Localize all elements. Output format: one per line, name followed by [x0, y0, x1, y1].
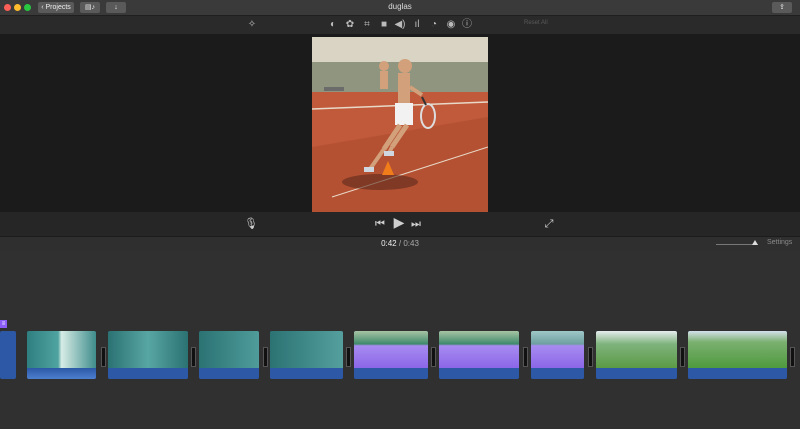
transition[interactable]: [680, 347, 685, 367]
skip-forward-icon[interactable]: ⏭: [410, 218, 422, 230]
reset-all-button[interactable]: Reset All: [524, 20, 548, 26]
clip-partial[interactable]: [0, 331, 16, 379]
magic-wand-icon[interactable]: ✧: [246, 19, 258, 31]
clip[interactable]: [27, 331, 96, 379]
transition[interactable]: [346, 347, 351, 367]
noise-reduction-icon[interactable]: ◉: [445, 19, 457, 31]
total-time: 0:43: [403, 239, 419, 248]
clip[interactable]: [199, 331, 259, 379]
current-time: 0:42: [381, 239, 397, 248]
share-icon[interactable]: ⇪: [772, 2, 792, 13]
transition[interactable]: [191, 347, 196, 367]
clip[interactable]: [688, 331, 787, 379]
speed-icon[interactable]: ◔: [428, 19, 440, 31]
transition[interactable]: [101, 347, 106, 367]
clip[interactable]: [531, 331, 584, 379]
title-bar: ‹ Projects ▤♪ ↓ duglas ⇪: [0, 0, 800, 16]
crop-icon[interactable]: ⌗: [361, 19, 373, 31]
clip[interactable]: [270, 331, 343, 379]
transition[interactable]: [431, 347, 436, 367]
time-separator: /: [398, 239, 402, 248]
timecode: 0:42 / 0:43: [0, 239, 800, 248]
clip[interactable]: [354, 331, 428, 379]
color-balance-icon[interactable]: ◐: [327, 19, 339, 31]
playback-controls: 🎙 ⏮ ▶ ⏭ ⤢: [0, 212, 800, 236]
video-preview[interactable]: [312, 37, 488, 212]
play-icon[interactable]: ▶: [392, 215, 406, 229]
timeline-header: 0:42 / 0:43 Settings: [0, 236, 800, 251]
skip-back-icon[interactable]: ⏮: [374, 218, 386, 230]
fullscreen-icon[interactable]: ⤢: [543, 218, 555, 230]
clip[interactable]: [439, 331, 519, 379]
playhead-marker[interactable]: ≡: [0, 320, 7, 328]
info-icon[interactable]: ⓘ: [461, 19, 473, 31]
zoom-slider-knob[interactable]: [752, 240, 758, 245]
transition[interactable]: [523, 347, 528, 367]
transition[interactable]: [263, 347, 268, 367]
camera-stabilize-icon[interactable]: ■: [378, 19, 390, 31]
clip[interactable]: [596, 331, 677, 379]
clip[interactable]: [108, 331, 188, 379]
adjustments-toolbar: ✧ ◐ ✿ ⌗ ■ ◀) ıl ◔ ◉ ⓘ Reset All: [0, 16, 800, 34]
color-palette-icon[interactable]: ✿: [344, 19, 356, 31]
transition[interactable]: [588, 347, 593, 367]
volume-icon[interactable]: ◀): [394, 19, 406, 31]
tennis-player-frame: [312, 37, 488, 212]
window-title: duglas: [388, 2, 412, 11]
transition[interactable]: [790, 347, 795, 367]
microphone-icon[interactable]: 🎙: [244, 218, 258, 230]
settings-button[interactable]: Settings: [767, 239, 792, 246]
equalizer-icon[interactable]: ıl: [411, 19, 423, 31]
